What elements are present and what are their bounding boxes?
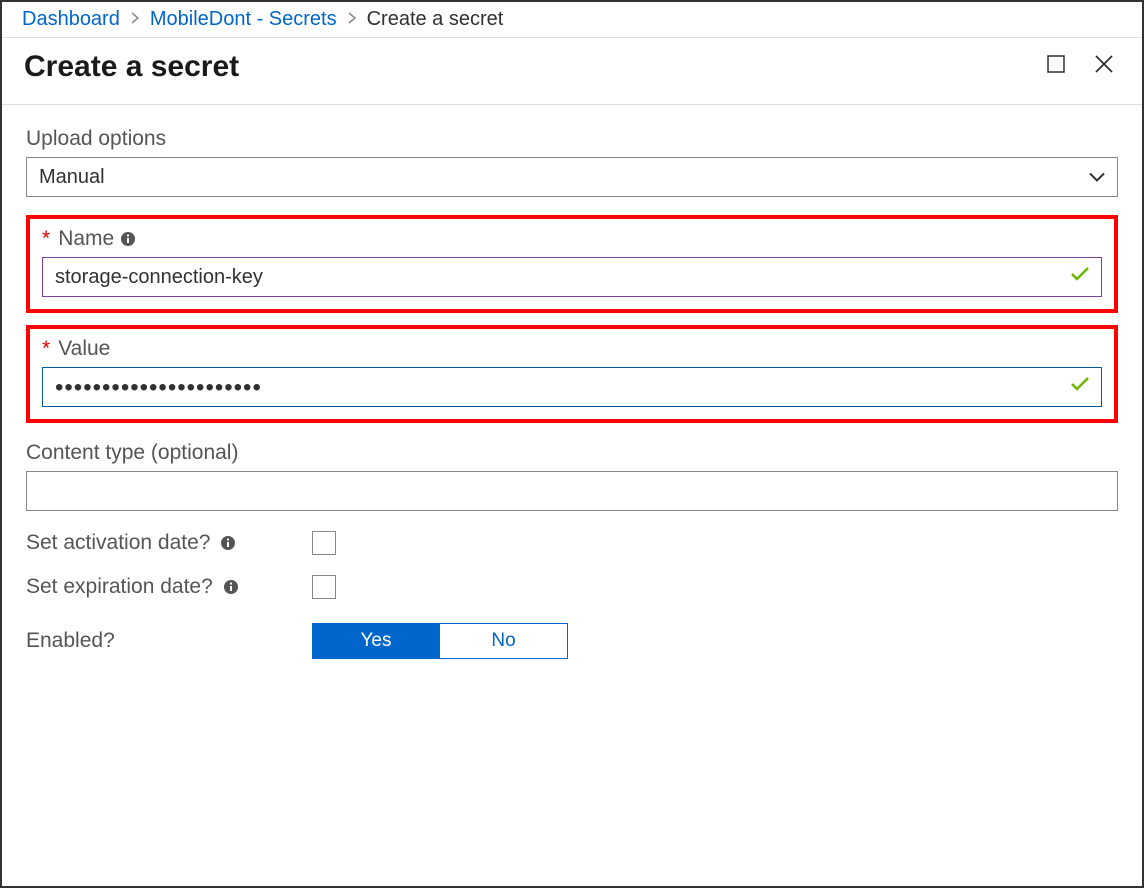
- activation-date-row: Set activation date?: [26, 531, 1118, 555]
- expiration-checkbox[interactable]: [312, 575, 336, 599]
- value-label-row: * Value: [42, 337, 1102, 361]
- value-highlight: * Value ••••••••••••••••••••••: [26, 325, 1118, 423]
- content-type-input[interactable]: [26, 471, 1118, 511]
- upload-options-label: Upload options: [26, 127, 1118, 151]
- info-icon[interactable]: [120, 231, 136, 247]
- activation-checkbox[interactable]: [312, 531, 336, 555]
- name-highlight: * Name: [26, 215, 1118, 313]
- required-star-icon: *: [42, 227, 50, 251]
- breadcrumb-dashboard[interactable]: Dashboard: [22, 8, 120, 31]
- enabled-row: Enabled? Yes No: [26, 623, 1118, 659]
- content-type-field: Content type (optional): [26, 441, 1118, 511]
- info-icon[interactable]: [220, 535, 236, 551]
- enabled-yes-button[interactable]: Yes: [312, 623, 440, 659]
- required-star-icon: *: [42, 337, 50, 361]
- activation-label: Set activation date?: [26, 531, 210, 555]
- name-label-row: * Name: [42, 227, 1102, 251]
- header-actions: [1046, 54, 1114, 80]
- expiration-label: Set expiration date?: [26, 575, 213, 599]
- page-title: Create a secret: [24, 50, 239, 84]
- maximize-icon[interactable]: [1046, 54, 1066, 80]
- name-input[interactable]: [42, 257, 1102, 297]
- chevron-right-icon: [347, 11, 357, 29]
- enabled-no-button[interactable]: No: [440, 623, 568, 659]
- upload-options-select[interactable]: [26, 157, 1118, 197]
- value-input[interactable]: ••••••••••••••••••••••: [42, 367, 1102, 407]
- expiration-date-row: Set expiration date?: [26, 575, 1118, 599]
- upload-options-field: Upload options: [26, 127, 1118, 197]
- chevron-right-icon: [130, 11, 140, 29]
- enabled-label: Enabled?: [26, 629, 282, 653]
- breadcrumb-mobiledont-secrets[interactable]: MobileDont - Secrets: [150, 8, 337, 31]
- value-label: Value: [58, 337, 110, 361]
- create-secret-form: Upload options * Name * Value: [2, 105, 1142, 681]
- close-icon[interactable]: [1094, 54, 1114, 80]
- name-label: Name: [58, 227, 114, 251]
- enabled-toggle: Yes No: [312, 623, 568, 659]
- breadcrumb-current: Create a secret: [367, 8, 504, 31]
- breadcrumb: Dashboard MobileDont - Secrets Create a …: [2, 2, 1142, 38]
- page-header: Create a secret: [2, 38, 1142, 105]
- check-icon: [1070, 375, 1090, 399]
- content-type-label: Content type (optional): [26, 441, 1118, 465]
- info-icon[interactable]: [223, 579, 239, 595]
- check-icon: [1070, 265, 1090, 289]
